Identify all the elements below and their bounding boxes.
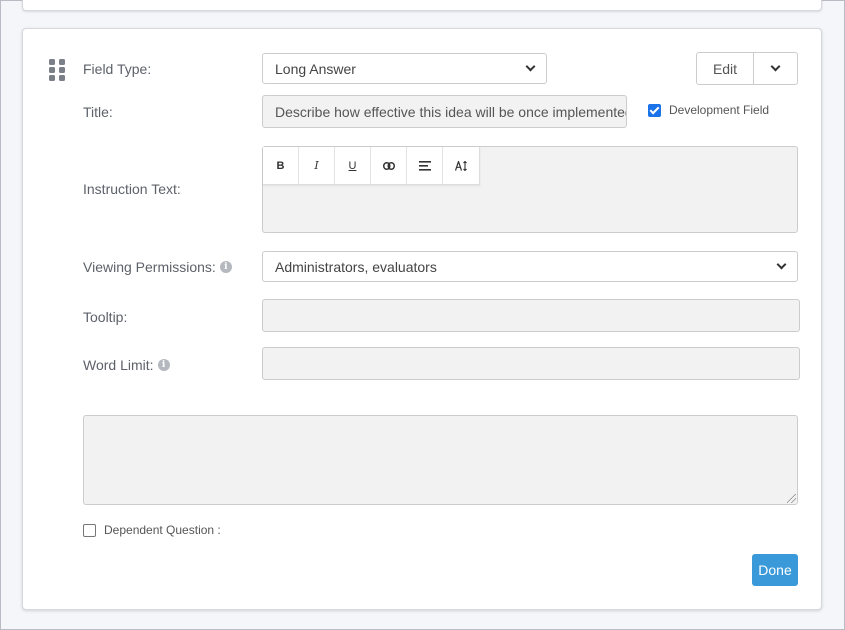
bold-button[interactable]: B: [263, 147, 299, 184]
drag-handle-icon[interactable]: [49, 59, 65, 81]
edit-button-group: Edit: [696, 52, 798, 85]
align-button[interactable]: [407, 147, 443, 184]
resize-handle-icon[interactable]: [787, 494, 796, 503]
link-icon: [382, 161, 395, 170]
link-button[interactable]: [371, 147, 407, 184]
field-type-select[interactable]: Long Answer: [262, 53, 547, 84]
edit-button[interactable]: Edit: [697, 53, 754, 84]
tooltip-input[interactable]: [262, 299, 800, 332]
editor-toolbar: B I U: [263, 147, 480, 185]
underline-icon: U: [348, 159, 357, 172]
viewing-permissions-value: Administrators, evaluators: [275, 258, 437, 275]
info-icon[interactable]: i: [219, 261, 232, 273]
title-label: Title:: [83, 104, 113, 120]
chevron-down-icon: [525, 61, 536, 72]
viewing-permissions-select[interactable]: Administrators, evaluators: [262, 251, 798, 282]
previous-field-card: [22, 0, 822, 11]
underline-button[interactable]: U: [335, 147, 371, 184]
development-field-row: Development Field: [648, 103, 769, 117]
tooltip-label: Tooltip:: [83, 309, 128, 325]
word-limit-label: Word Limit: i: [83, 357, 170, 373]
italic-icon: I: [314, 159, 319, 172]
align-icon: [418, 160, 431, 171]
text-size-button[interactable]: [443, 147, 479, 184]
dependent-question-checkbox[interactable]: [83, 523, 96, 537]
chevron-down-icon: [776, 259, 787, 270]
dependent-question-row: Dependent Question :: [83, 523, 221, 537]
answer-textarea[interactable]: [83, 415, 798, 505]
dependent-question-label: Dependent Question :: [104, 523, 221, 537]
chevron-down-icon: [770, 61, 781, 72]
bold-icon: B: [276, 159, 285, 172]
italic-button[interactable]: I: [299, 147, 335, 184]
viewing-permissions-label: Viewing Permissions: i: [83, 259, 232, 275]
development-field-label: Development Field: [669, 103, 770, 117]
edit-dropdown-toggle[interactable]: [754, 53, 797, 84]
field-editor-card: Field Type: Long Answer Edit Title: Desc…: [22, 28, 822, 610]
title-value: Describe how effective this idea will be…: [275, 103, 627, 120]
instruction-text-editor[interactable]: B I U: [262, 146, 798, 233]
field-type-value: Long Answer: [275, 60, 356, 77]
text-size-icon: [454, 160, 467, 171]
done-button[interactable]: Done: [752, 554, 798, 586]
title-input[interactable]: Describe how effective this idea will be…: [262, 95, 627, 128]
word-limit-input[interactable]: [262, 347, 800, 380]
instruction-text-label: Instruction Text:: [83, 181, 181, 197]
field-type-label: Field Type:: [83, 61, 152, 77]
development-field-checkbox[interactable]: [648, 103, 661, 117]
info-icon[interactable]: i: [157, 359, 170, 371]
